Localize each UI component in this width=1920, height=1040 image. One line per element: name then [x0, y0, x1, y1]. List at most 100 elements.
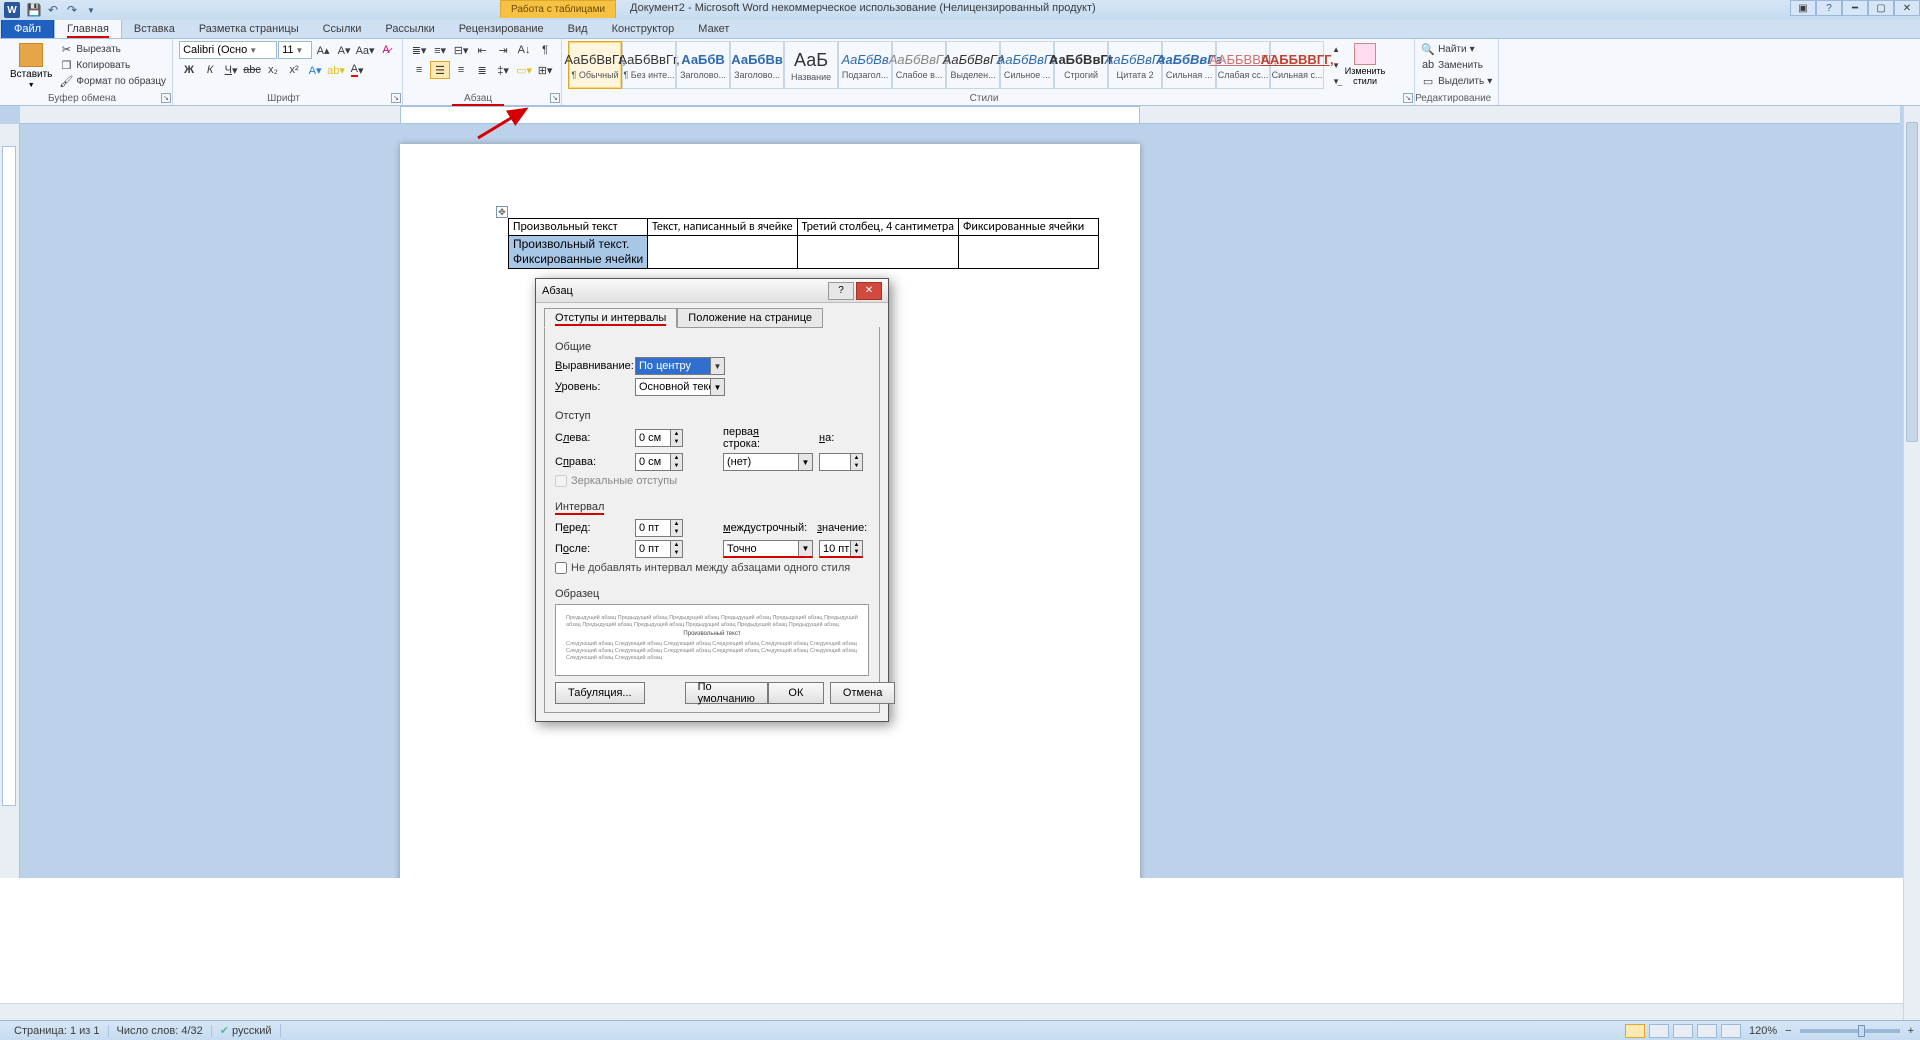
- superscript-button[interactable]: x²: [284, 61, 304, 79]
- tab-insert[interactable]: Вставка: [122, 20, 187, 38]
- highlight-button[interactable]: ab▾: [326, 61, 346, 79]
- right-indent-input[interactable]: 0 см▲▼: [635, 453, 683, 471]
- style-card[interactable]: АаБбВвГг,¶ Обычный: [568, 41, 622, 89]
- zoom-out-button[interactable]: −: [1785, 1025, 1791, 1037]
- minimize-button[interactable]: ━: [1842, 0, 1868, 16]
- style-card[interactable]: АаБбВвГгЦитата 2: [1108, 41, 1162, 89]
- zoom-in-button[interactable]: +: [1908, 1025, 1914, 1037]
- style-card[interactable]: АаБНазвание: [784, 41, 838, 89]
- bold-button[interactable]: Ж: [179, 61, 199, 79]
- underline-button[interactable]: Ч▾: [221, 61, 241, 79]
- numbering-button[interactable]: ≡▾: [430, 41, 450, 59]
- at-input[interactable]: 10 пт▲▼: [819, 540, 863, 558]
- font-launcher[interactable]: ↘: [391, 93, 401, 103]
- status-language[interactable]: ✔ русский: [212, 1024, 281, 1037]
- after-input[interactable]: 0 пт▲▼: [635, 540, 683, 558]
- alignment-combo[interactable]: По центру▼: [635, 357, 725, 375]
- change-case-button[interactable]: Aa▾: [355, 41, 375, 59]
- clear-formatting-button[interactable]: A̷: [376, 41, 396, 59]
- close-button[interactable]: ✕: [1894, 0, 1920, 16]
- undo-icon[interactable]: ↶: [45, 2, 61, 18]
- table-cell[interactable]: [797, 236, 958, 269]
- linespacing-combo[interactable]: Точно▼: [723, 540, 813, 558]
- increase-indent-button[interactable]: ⇥: [493, 41, 513, 59]
- level-combo[interactable]: Основной текст▼: [635, 378, 725, 396]
- style-card[interactable]: АаБбВвПодзагол...: [838, 41, 892, 89]
- italic-button[interactable]: К: [200, 61, 220, 79]
- view-outline[interactable]: [1697, 1024, 1717, 1038]
- tab-references[interactable]: Ссылки: [311, 20, 374, 38]
- table-cell[interactable]: Произвольный текст: [509, 219, 648, 236]
- subscript-button[interactable]: x₂: [263, 61, 283, 79]
- left-indent-input[interactable]: 0 см▲▼: [635, 429, 683, 447]
- ribbon-minimize-button[interactable]: ▣: [1790, 0, 1816, 16]
- style-card[interactable]: АаБбВвГгСильная ...: [1162, 41, 1216, 89]
- document-viewport[interactable]: ✥ Произвольный текст Текст, написанный в…: [20, 124, 1900, 878]
- help-button[interactable]: ?: [1816, 0, 1842, 16]
- font-size-combo[interactable]: 11▼: [278, 41, 312, 59]
- by-input[interactable]: ▲▼: [819, 453, 863, 471]
- document-table[interactable]: Произвольный текст Текст, написанный в я…: [508, 218, 1099, 269]
- style-card[interactable]: АаБбВвЗаголово...: [730, 41, 784, 89]
- tab-home[interactable]: Главная: [54, 19, 122, 38]
- cut-button[interactable]: ✂Вырезать: [59, 41, 166, 57]
- dialog-titlebar[interactable]: Абзац ? ✕: [536, 279, 888, 303]
- ok-button[interactable]: ОК: [768, 682, 824, 704]
- text-effects-button[interactable]: A▾: [305, 61, 325, 79]
- shading-button[interactable]: ▭▾: [514, 61, 534, 79]
- table-cell[interactable]: Текст, написанный в ячейке: [648, 219, 797, 236]
- view-web[interactable]: [1673, 1024, 1693, 1038]
- tab-page-layout[interactable]: Разметка страницы: [187, 20, 311, 38]
- bullets-button[interactable]: ≣▾: [409, 41, 429, 59]
- table-cell-selected[interactable]: Произвольный текст.Фиксированные ячейки: [509, 236, 648, 269]
- style-card[interactable]: АаБбВЗаголово...: [676, 41, 730, 89]
- style-card[interactable]: АаБбВвГгСильное ...: [1000, 41, 1054, 89]
- format-painter-button[interactable]: 🖌Формат по образцу: [59, 73, 166, 89]
- align-right-button[interactable]: ≡: [451, 61, 471, 79]
- vertical-scrollbar[interactable]: [1903, 106, 1920, 1020]
- table-cell[interactable]: Фиксированные ячейки: [958, 219, 1098, 236]
- style-card[interactable]: АаБбВвГгСтрогий: [1054, 41, 1108, 89]
- clipboard-launcher[interactable]: ↘: [161, 93, 171, 103]
- firstline-combo[interactable]: (нет)▼: [723, 453, 813, 471]
- align-left-button[interactable]: ≡: [409, 61, 429, 79]
- redo-icon[interactable]: ↷: [64, 2, 80, 18]
- zoom-level[interactable]: 120%: [1749, 1025, 1777, 1037]
- style-card[interactable]: АаБбВвГгСлабое в...: [892, 41, 946, 89]
- sort-button[interactable]: A↓: [514, 41, 534, 59]
- strike-button[interactable]: abc: [242, 61, 262, 79]
- zoom-slider[interactable]: [1800, 1029, 1900, 1033]
- borders-button[interactable]: ⊞▾: [535, 61, 555, 79]
- select-button[interactable]: ▭Выделить ▾: [1421, 73, 1492, 89]
- table-cell[interactable]: Третий столбец, 4 сантиметра: [797, 219, 958, 236]
- dialog-tab-position[interactable]: Положение на странице: [677, 308, 823, 328]
- decrease-indent-button[interactable]: ⇤: [472, 41, 492, 59]
- table-move-handle[interactable]: ✥: [496, 206, 508, 218]
- show-marks-button[interactable]: ¶: [535, 41, 555, 59]
- vertical-ruler[interactable]: [0, 124, 20, 878]
- replace-button[interactable]: abЗаменить: [1421, 57, 1492, 73]
- status-word-count[interactable]: Число слов: 4/32: [109, 1025, 212, 1037]
- horizontal-ruler[interactable]: [20, 106, 1900, 124]
- tab-table-layout[interactable]: Макет: [686, 20, 741, 38]
- view-fullscreen[interactable]: [1649, 1024, 1669, 1038]
- shrink-font-button[interactable]: A▾: [334, 41, 354, 59]
- tab-view[interactable]: Вид: [556, 20, 600, 38]
- justify-button[interactable]: ≣: [472, 61, 492, 79]
- table-cell[interactable]: [958, 236, 1098, 269]
- mirror-indents-checkbox[interactable]: Зеркальные отступы: [555, 475, 869, 487]
- status-page[interactable]: Страница: 1 из 1: [6, 1025, 109, 1037]
- font-name-combo[interactable]: Calibri (Осно▼: [179, 41, 277, 59]
- maximize-button[interactable]: ▢: [1868, 0, 1894, 16]
- copy-button[interactable]: ❐Копировать: [59, 57, 166, 73]
- dialog-tab-indents[interactable]: Отступы и интервалы: [544, 308, 677, 328]
- tab-table-design[interactable]: Конструктор: [600, 20, 687, 38]
- default-button[interactable]: По умолчанию: [685, 682, 768, 704]
- save-icon[interactable]: 💾: [26, 2, 42, 18]
- tabs-button[interactable]: Табуляция...: [555, 682, 645, 704]
- style-card[interactable]: ААББВВГГ,Сильная с...: [1270, 41, 1324, 89]
- tab-mailings[interactable]: Рассылки: [373, 20, 446, 38]
- align-center-button[interactable]: ☰: [430, 61, 450, 79]
- styles-launcher[interactable]: ↘: [1403, 93, 1413, 103]
- view-print-layout[interactable]: [1625, 1024, 1645, 1038]
